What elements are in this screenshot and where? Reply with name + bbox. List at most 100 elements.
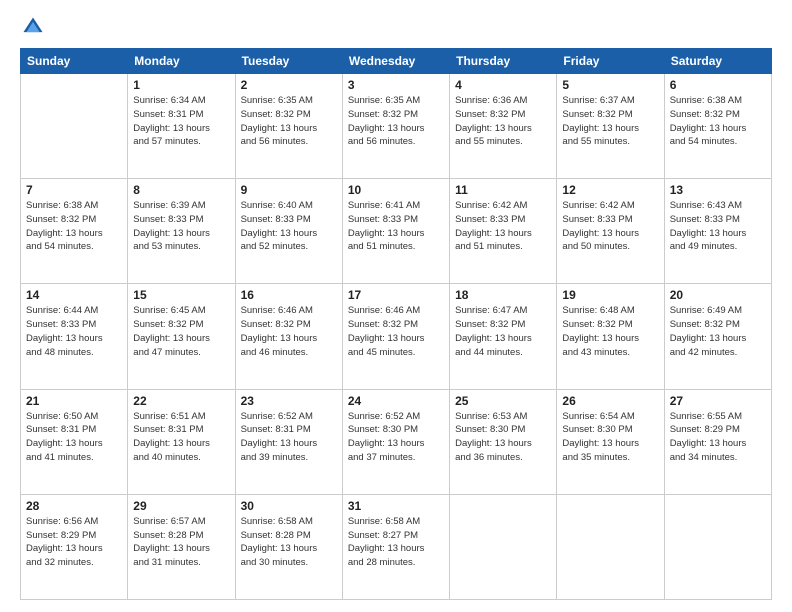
week-row-3: 14Sunrise: 6:44 AMSunset: 8:33 PMDayligh… — [21, 284, 772, 389]
day-number: 13 — [670, 183, 766, 197]
day-info: Sunrise: 6:52 AMSunset: 8:30 PMDaylight:… — [348, 410, 444, 465]
day-cell: 2 Sunrise: 6:35 AMSunset: 8:32 PMDaylight… — [235, 74, 342, 179]
day-cell: 7 Sunrise: 6:38 AMSunset: 8:32 PMDaylight… — [21, 179, 128, 284]
day-cell — [557, 494, 664, 599]
day-info: Sunrise: 6:36 AMSunset: 8:32 PMDaylight:… — [455, 94, 551, 149]
day-info: Sunrise: 6:51 AMSunset: 8:31 PMDaylight:… — [133, 410, 229, 465]
day-cell — [21, 74, 128, 179]
day-number: 24 — [348, 394, 444, 408]
day-number: 1 — [133, 78, 229, 92]
day-cell: 15 Sunrise: 6:45 AMSunset: 8:32 PMDayligh… — [128, 284, 235, 389]
day-cell: 19Sunrise: 6:48 AMSunset: 8:32 PMDayligh… — [557, 284, 664, 389]
logo-icon — [22, 16, 44, 38]
day-number: 21 — [26, 394, 122, 408]
day-number: 27 — [670, 394, 766, 408]
weekday-header-wednesday: Wednesday — [342, 49, 449, 74]
day-cell: 29 Sunrise: 6:57 AMSunset: 8:28 PMDayligh… — [128, 494, 235, 599]
day-number: 6 — [670, 78, 766, 92]
weekday-header-sunday: Sunday — [21, 49, 128, 74]
day-number: 26 — [562, 394, 658, 408]
day-number: 29 — [133, 499, 229, 513]
day-info: Sunrise: 6:42 AMSunset: 8:33 PMDaylight:… — [455, 199, 551, 254]
day-info: Sunrise: 6:46 AMSunset: 8:32 PMDaylight:… — [241, 304, 337, 359]
day-info: Sunrise: 6:50 AMSunset: 8:31 PMDaylight:… — [26, 410, 122, 465]
weekday-header-friday: Friday — [557, 49, 664, 74]
day-number: 25 — [455, 394, 551, 408]
day-info: Sunrise: 6:41 AMSunset: 8:33 PMDaylight:… — [348, 199, 444, 254]
day-cell: 31Sunrise: 6:58 AMSunset: 8:27 PMDayligh… — [342, 494, 449, 599]
logo — [20, 16, 46, 38]
day-number: 23 — [241, 394, 337, 408]
day-info: Sunrise: 6:37 AMSunset: 8:32 PMDaylight:… — [562, 94, 658, 149]
day-number: 28 — [26, 499, 122, 513]
day-info: Sunrise: 6:43 AMSunset: 8:33 PMDaylight:… — [670, 199, 766, 254]
calendar: SundayMondayTuesdayWednesdayThursdayFrid… — [20, 48, 772, 600]
day-cell: 1Sunrise: 6:34 AMSunset: 8:31 PMDaylight… — [128, 74, 235, 179]
day-number: 22 — [133, 394, 229, 408]
day-cell: 10 Sunrise: 6:41 AMSunset: 8:33 PMDayligh… — [342, 179, 449, 284]
day-cell: 25 Sunrise: 6:53 AMSunset: 8:30 PMDayligh… — [450, 389, 557, 494]
day-number: 11 — [455, 183, 551, 197]
header — [20, 16, 772, 38]
day-info: Sunrise: 6:46 AMSunset: 8:32 PMDaylight:… — [348, 304, 444, 359]
weekday-header-saturday: Saturday — [664, 49, 771, 74]
day-info: Sunrise: 6:44 AMSunset: 8:33 PMDaylight:… — [26, 304, 122, 359]
weekday-header-tuesday: Tuesday — [235, 49, 342, 74]
day-cell — [664, 494, 771, 599]
day-info: Sunrise: 6:38 AMSunset: 8:32 PMDaylight:… — [26, 199, 122, 254]
day-number: 12 — [562, 183, 658, 197]
day-number: 8 — [133, 183, 229, 197]
day-cell: 21 Sunrise: 6:50 AMSunset: 8:31 PMDayligh… — [21, 389, 128, 494]
day-info: Sunrise: 6:38 AMSunset: 8:32 PMDaylight:… — [670, 94, 766, 149]
day-number: 16 — [241, 288, 337, 302]
day-number: 18 — [455, 288, 551, 302]
week-row-5: 28 Sunrise: 6:56 AMSunset: 8:29 PMDayligh… — [21, 494, 772, 599]
day-cell: 9 Sunrise: 6:40 AMSunset: 8:33 PMDaylight… — [235, 179, 342, 284]
day-info: Sunrise: 6:56 AMSunset: 8:29 PMDaylight:… — [26, 515, 122, 570]
day-info: Sunrise: 6:58 AMSunset: 8:28 PMDaylight:… — [241, 515, 337, 570]
day-info: Sunrise: 6:54 AMSunset: 8:30 PMDaylight:… — [562, 410, 658, 465]
day-info: Sunrise: 6:52 AMSunset: 8:31 PMDaylight:… — [241, 410, 337, 465]
day-info: Sunrise: 6:35 AMSunset: 8:32 PMDaylight:… — [241, 94, 337, 149]
day-cell: 24 Sunrise: 6:52 AMSunset: 8:30 PMDayligh… — [342, 389, 449, 494]
day-number: 30 — [241, 499, 337, 513]
day-number: 19 — [562, 288, 658, 302]
weekday-header-row: SundayMondayTuesdayWednesdayThursdayFrid… — [21, 49, 772, 74]
day-info: Sunrise: 6:49 AMSunset: 8:32 PMDaylight:… — [670, 304, 766, 359]
weekday-header-thursday: Thursday — [450, 49, 557, 74]
day-cell: 5 Sunrise: 6:37 AMSunset: 8:32 PMDaylight… — [557, 74, 664, 179]
day-info: Sunrise: 6:35 AMSunset: 8:32 PMDaylight:… — [348, 94, 444, 149]
day-number: 5 — [562, 78, 658, 92]
day-number: 17 — [348, 288, 444, 302]
day-cell: 16 Sunrise: 6:46 AMSunset: 8:32 PMDayligh… — [235, 284, 342, 389]
week-row-4: 21 Sunrise: 6:50 AMSunset: 8:31 PMDayligh… — [21, 389, 772, 494]
day-number: 10 — [348, 183, 444, 197]
day-info: Sunrise: 6:47 AMSunset: 8:32 PMDaylight:… — [455, 304, 551, 359]
day-cell: 4 Sunrise: 6:36 AMSunset: 8:32 PMDaylight… — [450, 74, 557, 179]
day-cell: 8Sunrise: 6:39 AMSunset: 8:33 PMDaylight… — [128, 179, 235, 284]
weekday-header-monday: Monday — [128, 49, 235, 74]
day-number: 2 — [241, 78, 337, 92]
day-cell: 23 Sunrise: 6:52 AMSunset: 8:31 PMDayligh… — [235, 389, 342, 494]
day-number: 9 — [241, 183, 337, 197]
day-info: Sunrise: 6:57 AMSunset: 8:28 PMDaylight:… — [133, 515, 229, 570]
day-info: Sunrise: 6:53 AMSunset: 8:30 PMDaylight:… — [455, 410, 551, 465]
day-cell: 11 Sunrise: 6:42 AMSunset: 8:33 PMDayligh… — [450, 179, 557, 284]
day-cell: 20Sunrise: 6:49 AMSunset: 8:32 PMDayligh… — [664, 284, 771, 389]
day-cell: 6 Sunrise: 6:38 AMSunset: 8:32 PMDaylight… — [664, 74, 771, 179]
day-number: 3 — [348, 78, 444, 92]
page: SundayMondayTuesdayWednesdayThursdayFrid… — [0, 0, 792, 612]
day-cell: 18 Sunrise: 6:47 AMSunset: 8:32 PMDayligh… — [450, 284, 557, 389]
week-row-2: 7 Sunrise: 6:38 AMSunset: 8:32 PMDaylight… — [21, 179, 772, 284]
day-number: 4 — [455, 78, 551, 92]
day-info: Sunrise: 6:40 AMSunset: 8:33 PMDaylight:… — [241, 199, 337, 254]
day-info: Sunrise: 6:45 AMSunset: 8:32 PMDaylight:… — [133, 304, 229, 359]
day-number: 31 — [348, 499, 444, 513]
week-row-1: 1Sunrise: 6:34 AMSunset: 8:31 PMDaylight… — [21, 74, 772, 179]
day-cell: 26 Sunrise: 6:54 AMSunset: 8:30 PMDayligh… — [557, 389, 664, 494]
day-cell: 17 Sunrise: 6:46 AMSunset: 8:32 PMDayligh… — [342, 284, 449, 389]
day-number: 15 — [133, 288, 229, 302]
day-cell: 27Sunrise: 6:55 AMSunset: 8:29 PMDayligh… — [664, 389, 771, 494]
day-cell: 13 Sunrise: 6:43 AMSunset: 8:33 PMDayligh… — [664, 179, 771, 284]
day-number: 7 — [26, 183, 122, 197]
